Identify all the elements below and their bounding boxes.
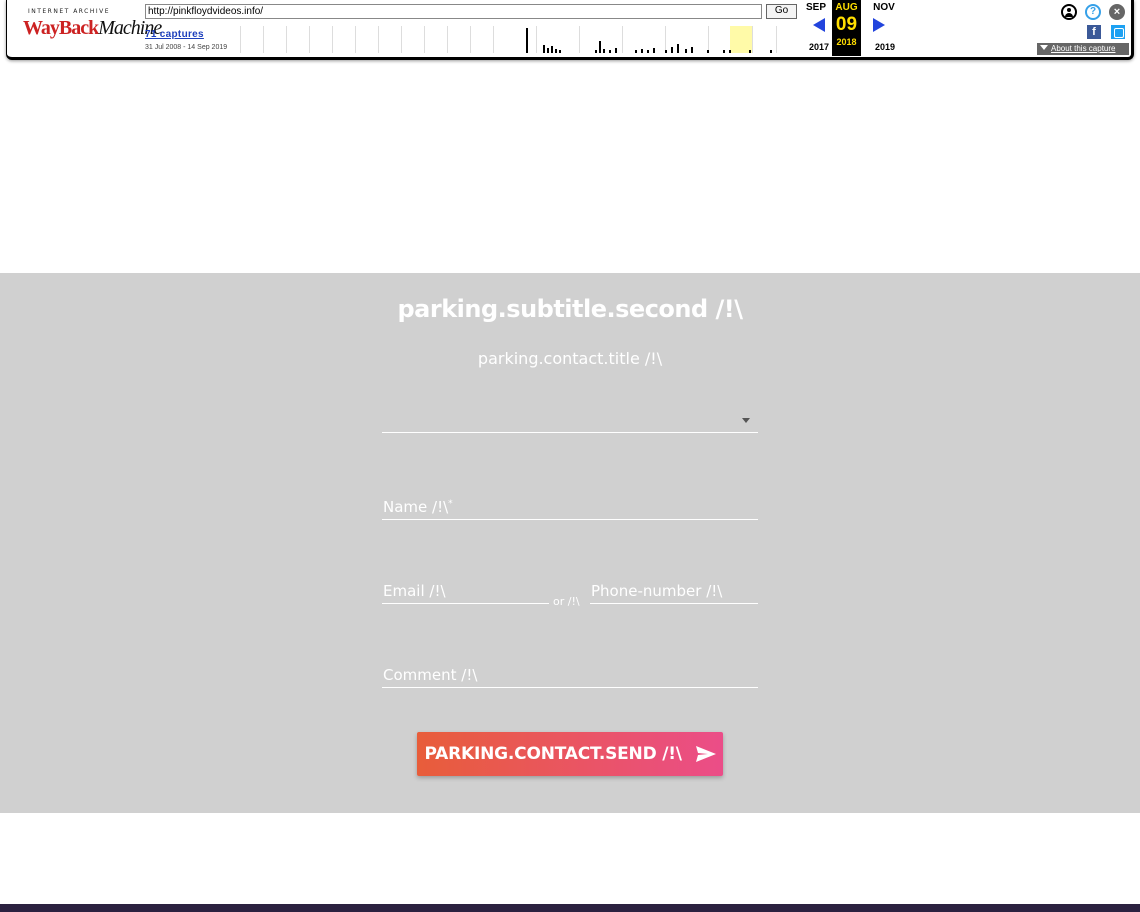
contact-title: parking.contact.title /!\ xyxy=(477,349,663,368)
current-year-highlight xyxy=(730,26,752,53)
capture-date-range: 31 Jul 2008 - 14 Sep 2019 xyxy=(145,44,228,51)
subject-dropdown[interactable] xyxy=(382,409,758,433)
capture-bar xyxy=(671,47,673,53)
prev-year-label[interactable]: 2017 xyxy=(804,42,834,52)
capture-bar xyxy=(635,50,637,53)
about-capture-label: About this capture xyxy=(1051,44,1116,53)
year-divider xyxy=(536,26,537,53)
comment-label: Comment /!\ xyxy=(383,666,478,684)
year-divider xyxy=(470,26,471,53)
capture-bar xyxy=(707,50,709,53)
send-button-label: PARKING.CONTACT.SEND /!\ xyxy=(424,744,682,764)
capture-bar xyxy=(641,49,643,53)
capture-bar xyxy=(555,49,557,53)
email-label: Email /!\ xyxy=(383,582,446,600)
phone-label: Phone-number /!\ xyxy=(591,582,723,600)
capture-bar xyxy=(723,50,725,53)
year-divider xyxy=(708,26,709,53)
twitter-icon[interactable] xyxy=(1111,25,1125,39)
year-divider xyxy=(447,26,448,53)
next-month-label[interactable]: NOV xyxy=(869,2,899,13)
user-account-icon[interactable] xyxy=(1061,4,1077,20)
name-label-text: Name /!\ xyxy=(383,498,449,516)
footer-bar xyxy=(0,904,1140,912)
year-divider xyxy=(263,26,264,53)
logo-wordmark: WayBackMachine xyxy=(23,17,162,39)
parking-subtitle: parking.subtitle.second /!\ xyxy=(397,295,744,323)
capture-bar xyxy=(526,28,528,53)
paper-plane-icon xyxy=(695,746,716,762)
year-divider xyxy=(579,26,580,53)
current-month-label: AUG xyxy=(835,2,858,13)
capture-bar xyxy=(729,50,731,53)
year-divider xyxy=(776,26,777,53)
next-capture-arrow-icon[interactable] xyxy=(873,18,885,32)
wayback-toolbar: INTERNET ARCHIVE WayBackMachine http://p… xyxy=(6,0,1134,60)
captures-link[interactable]: 71 captures xyxy=(145,29,204,40)
year-divider xyxy=(378,26,379,53)
capture-bar xyxy=(665,50,667,53)
go-button[interactable]: Go xyxy=(766,4,797,19)
year-divider xyxy=(752,26,753,53)
capture-bar xyxy=(770,50,772,53)
phone-field[interactable]: Phone-number /!\ xyxy=(590,577,758,604)
year-divider xyxy=(240,26,241,53)
triangle-down-icon xyxy=(1040,45,1048,50)
capture-bar xyxy=(599,41,601,53)
capture-bar xyxy=(653,48,655,53)
capture-bar xyxy=(547,48,549,53)
parking-contact-section: parking.subtitle.second /!\ parking.cont… xyxy=(0,273,1140,813)
capture-bar xyxy=(691,47,693,53)
name-field[interactable]: Name /!\* xyxy=(382,493,758,520)
capture-bar xyxy=(595,50,597,53)
year-divider xyxy=(355,26,356,53)
year-divider xyxy=(332,26,333,53)
capture-bar xyxy=(749,50,751,53)
capture-bar xyxy=(551,46,553,53)
required-marker: * xyxy=(448,499,453,509)
caret-down-icon xyxy=(742,418,750,423)
help-icon[interactable]: ? xyxy=(1085,4,1101,20)
capture-bar xyxy=(609,50,611,53)
year-divider xyxy=(286,26,287,53)
prev-capture-arrow-icon[interactable] xyxy=(813,18,825,32)
or-separator: or /!\ xyxy=(553,595,580,608)
send-button[interactable]: PARKING.CONTACT.SEND /!\ xyxy=(417,732,723,776)
capture-bar xyxy=(685,49,687,53)
prev-month-label[interactable]: SEP xyxy=(801,2,831,13)
current-year-label: 2018 xyxy=(836,37,857,47)
capture-bar xyxy=(559,50,561,53)
about-capture-button[interactable]: About this capture xyxy=(1037,43,1129,55)
next-year-label[interactable]: 2019 xyxy=(870,42,900,52)
current-day-label: 09 xyxy=(835,14,858,35)
email-field[interactable]: Email /!\ xyxy=(382,577,549,604)
capture-bar xyxy=(603,49,605,53)
url-input[interactable]: http://pinkfloydvideos.info/ xyxy=(145,4,762,19)
capture-bar xyxy=(647,50,649,53)
facebook-icon[interactable]: f xyxy=(1087,25,1101,39)
capture-bar xyxy=(615,48,617,53)
year-divider xyxy=(401,26,402,53)
name-label: Name /!\* xyxy=(383,498,453,516)
year-divider xyxy=(309,26,310,53)
calendar-navigation: SEP AUG 09 2018 NOV 2017 2019 xyxy=(801,0,897,56)
year-divider xyxy=(424,26,425,53)
wayback-logo[interactable]: INTERNET ARCHIVE WayBackMachine xyxy=(23,8,162,48)
logo-internet-archive-text: INTERNET ARCHIVE xyxy=(27,8,111,15)
year-divider xyxy=(622,26,623,53)
year-divider xyxy=(493,26,494,53)
year-divider xyxy=(665,26,666,53)
capture-bar xyxy=(543,45,545,53)
capture-bar xyxy=(677,44,679,53)
capture-sparkline[interactable] xyxy=(240,26,799,53)
close-icon[interactable]: × xyxy=(1109,4,1125,20)
current-capture-date: AUG 09 2018 xyxy=(832,0,861,56)
logo-way: WayBack xyxy=(23,17,99,39)
comment-field[interactable]: Comment /!\ xyxy=(382,661,758,688)
